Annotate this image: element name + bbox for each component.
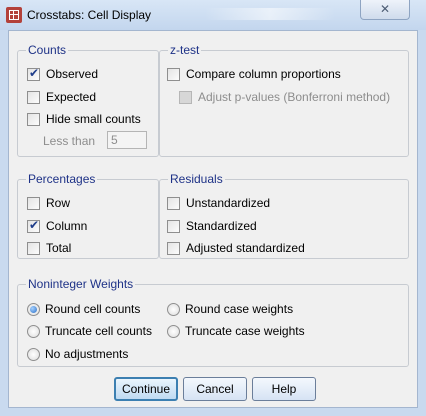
observed-label: Observed <box>46 67 99 81</box>
row-label: Row <box>46 196 71 210</box>
no-adjustments-radio-icon[interactable] <box>27 347 40 361</box>
percentages-legend: Percentages <box>26 172 98 186</box>
standardized-label: Standardized <box>186 219 257 233</box>
less-than-input[interactable]: 5 <box>107 131 147 149</box>
column-check-icon[interactable] <box>27 218 40 233</box>
help-button[interactable]: Help <box>252 377 316 401</box>
total-label: Total <box>46 241 72 255</box>
round-case-weights-label: Round case weights <box>185 302 294 316</box>
truncate-cell-counts-label: Truncate cell counts <box>45 324 152 338</box>
title-bar-background-blur <box>205 8 335 20</box>
noninteger-weights-legend: Noninteger Weights <box>26 277 136 291</box>
no-adjustments-label: No adjustments <box>45 347 129 361</box>
round-cell-counts-radio[interactable]: Round cell counts <box>27 301 140 317</box>
expected-check-icon[interactable] <box>27 90 40 104</box>
close-button[interactable]: ✕ <box>360 0 410 20</box>
adjust-p-values-checkbox: Adjust p-values (Bonferroni method) <box>179 89 390 105</box>
hide-small-counts-checkbox[interactable]: Hide small counts <box>27 111 141 127</box>
no-adjustments-radio[interactable]: No adjustments <box>27 346 128 362</box>
adjusted-standardized-checkbox[interactable]: Adjusted standardized <box>167 240 305 256</box>
column-checkbox[interactable]: Column <box>27 218 87 234</box>
dialog-body: Counts Observed Expected Hide small coun… <box>8 30 418 408</box>
less-than-label: Less than <box>43 134 96 148</box>
round-cell-counts-label: Round cell counts <box>45 302 141 316</box>
z-test-legend: z-test <box>168 43 202 57</box>
title-bar: Crosstabs: Cell Display ✕ <box>0 0 426 30</box>
round-case-weights-radio[interactable]: Round case weights <box>167 301 293 317</box>
expected-label: Expected <box>46 90 97 104</box>
total-checkbox[interactable]: Total <box>27 240 71 256</box>
expected-checkbox[interactable]: Expected <box>27 89 96 105</box>
hide-small-counts-label: Hide small counts <box>46 112 141 126</box>
cancel-button[interactable]: Cancel <box>183 377 247 401</box>
unstandardized-checkbox[interactable]: Unstandardized <box>167 195 270 211</box>
total-check-icon[interactable] <box>27 241 40 255</box>
unstandardized-check-icon[interactable] <box>167 196 180 210</box>
truncate-cell-counts-radio[interactable]: Truncate cell counts <box>27 323 152 339</box>
truncate-case-weights-radio[interactable]: Truncate case weights <box>167 323 305 339</box>
continue-button[interactable]: Continue <box>114 377 178 401</box>
round-case-weights-radio-icon[interactable] <box>167 302 180 316</box>
compare-column-proportions-label: Compare column proportions <box>186 67 341 81</box>
adjusted-standardized-check-icon[interactable] <box>167 241 180 255</box>
adjust-p-values-label: Adjust p-values (Bonferroni method) <box>198 90 391 104</box>
observed-check-icon[interactable] <box>27 66 40 81</box>
hide-small-counts-check-icon[interactable] <box>27 112 40 126</box>
compare-column-proportions-check-icon[interactable] <box>167 67 180 81</box>
standardized-checkbox[interactable]: Standardized <box>167 218 257 234</box>
adjusted-standardized-label: Adjusted standardized <box>186 241 305 255</box>
unstandardized-label: Unstandardized <box>186 196 271 210</box>
crosstabs-app-icon <box>6 7 22 23</box>
adjust-p-values-check-icon <box>179 90 192 104</box>
round-cell-counts-radio-icon[interactable] <box>27 302 40 316</box>
compare-column-proportions-checkbox[interactable]: Compare column proportions <box>167 66 341 82</box>
row-checkbox[interactable]: Row <box>27 195 70 211</box>
observed-checkbox[interactable]: Observed <box>27 66 98 82</box>
column-label: Column <box>46 219 88 233</box>
truncate-cell-counts-radio-icon[interactable] <box>27 324 40 338</box>
residuals-legend: Residuals <box>168 172 225 186</box>
counts-legend: Counts <box>26 43 69 57</box>
window-title: Crosstabs: Cell Display <box>27 8 152 22</box>
truncate-case-weights-label: Truncate case weights <box>185 324 305 338</box>
truncate-case-weights-radio-icon[interactable] <box>167 324 180 338</box>
row-check-icon[interactable] <box>27 196 40 210</box>
standardized-check-icon[interactable] <box>167 219 180 233</box>
